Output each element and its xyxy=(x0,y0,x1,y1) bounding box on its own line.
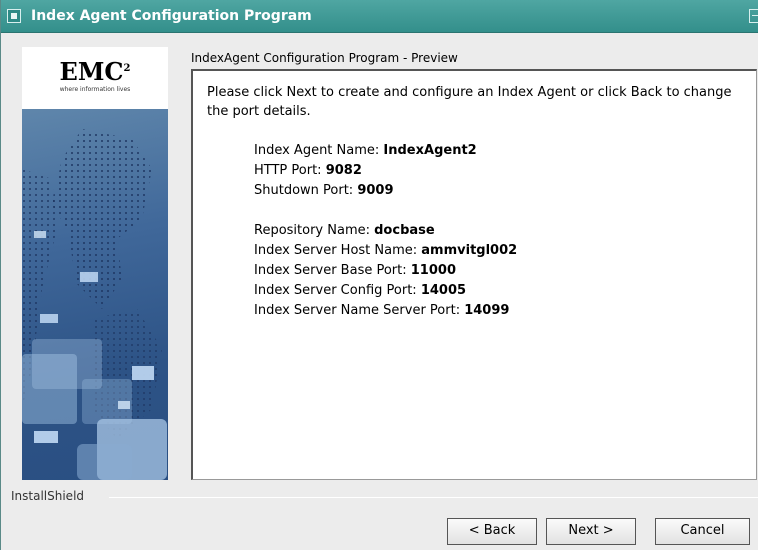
host-name-label: Index Server Host Name: xyxy=(254,243,422,258)
host-name-value: ammvitgl002 xyxy=(421,243,518,258)
side-banner: EMC2 where information lives xyxy=(22,47,168,480)
maximize-icon[interactable] xyxy=(749,9,758,23)
window-title: Index Agent Configuration Program xyxy=(31,8,312,24)
agent-name-value: IndexAgent2 xyxy=(383,143,477,158)
base-port-label: Index Server Base Port: xyxy=(254,263,411,278)
shutdown-port-label: Shutdown Port: xyxy=(254,183,358,198)
repository-value: docbase xyxy=(374,223,435,238)
window-menu-icon[interactable] xyxy=(7,9,21,23)
server-details: Repository Name: docbase Index Server Ho… xyxy=(254,221,517,321)
emc-logo: EMC2 where information lives xyxy=(22,47,168,107)
next-button[interactable]: Next > xyxy=(546,518,636,545)
footer-divider xyxy=(109,497,758,498)
http-port-label: HTTP Port: xyxy=(254,163,326,178)
base-port-value: 11000 xyxy=(410,263,456,278)
cancel-button[interactable]: Cancel xyxy=(655,518,750,545)
base-port-row: Index Server Base Port: 11000 xyxy=(254,261,517,281)
host-name-row: Index Server Host Name: ammvitgl002 xyxy=(254,241,517,261)
shutdown-port-row: Shutdown Port: 9009 xyxy=(254,181,477,201)
config-port-label: Index Server Config Port: xyxy=(254,283,421,298)
agent-name-row: Index Agent Name: IndexAgent2 xyxy=(254,141,477,161)
logo-brand: EMC xyxy=(59,57,124,86)
shutdown-port-value: 9009 xyxy=(357,183,394,198)
http-port-row: HTTP Port: 9082 xyxy=(254,161,477,181)
section-title: IndexAgent Configuration Program - Previ… xyxy=(191,51,458,65)
name-server-port-value: 14099 xyxy=(464,303,510,318)
back-button[interactable]: < Back xyxy=(447,518,537,545)
repository-label: Repository Name: xyxy=(254,223,375,238)
config-port-value: 14005 xyxy=(420,283,467,298)
installer-window: Index Agent Configuration Program EMC2 w… xyxy=(0,0,758,550)
config-port-row: Index Server Config Port: 14005 xyxy=(254,281,517,301)
logo-superscript: 2 xyxy=(123,63,131,74)
banner-artwork xyxy=(22,109,168,480)
name-server-port-row: Index Server Name Server Port: 14099 xyxy=(254,301,517,321)
installshield-label: InstallShield xyxy=(11,489,85,503)
http-port-value: 9082 xyxy=(325,163,362,178)
world-map-graphic xyxy=(22,129,167,480)
agent-details: Index Agent Name: IndexAgent2 HTTP Port:… xyxy=(254,141,477,201)
repository-row: Repository Name: docbase xyxy=(254,221,517,241)
preview-panel: Please click Next to create and configur… xyxy=(191,69,757,480)
agent-name-label: Index Agent Name: xyxy=(254,143,384,158)
name-server-port-label: Index Server Name Server Port: xyxy=(254,303,465,318)
intro-text: Please click Next to create and configur… xyxy=(207,85,732,119)
title-bar[interactable]: Index Agent Configuration Program xyxy=(1,0,758,33)
logo-tagline: where information lives xyxy=(59,86,131,93)
